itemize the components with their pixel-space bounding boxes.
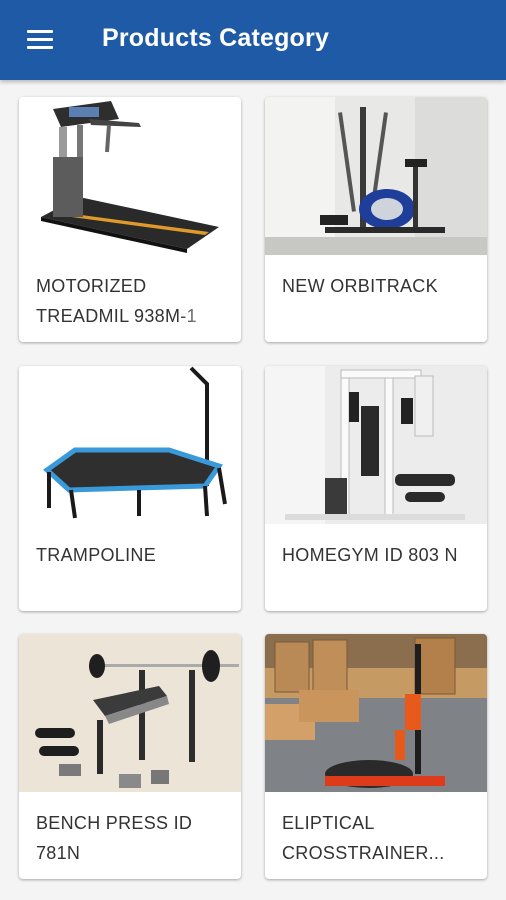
orbitrack-image	[265, 97, 487, 255]
product-name: HOMEGYM ID 803 N	[282, 545, 458, 565]
product-card-orbitrack[interactable]: NEW ORBITRACK	[265, 97, 487, 342]
product-card-treadmill[interactable]: MOTORIZED TREADMIL 938M-1	[19, 97, 241, 342]
product-card-elliptical-crosstrainer[interactable]: ELIPTICAL CROSSTRAINER...	[265, 634, 487, 879]
homegym-image	[265, 366, 487, 524]
page-title: Products Category	[102, 24, 330, 52]
bench-press-image	[19, 634, 241, 792]
product-name: TRAMPOLINE	[36, 545, 157, 565]
app-bar: Products Category	[0, 0, 506, 80]
trampoline-image	[19, 366, 241, 524]
hamburger-menu-icon[interactable]	[27, 30, 53, 50]
product-card-trampoline[interactable]: TRAMPOLINE	[19, 366, 241, 611]
product-name: BENCH PRESS ID 781N	[36, 813, 193, 863]
product-card-bench-press[interactable]: BENCH PRESS ID 781N	[19, 634, 241, 879]
elliptical-crosstrainer-image	[265, 634, 487, 792]
product-card-homegym[interactable]: HOMEGYM ID 803 N	[265, 366, 487, 611]
product-name: NEW ORBITRACK	[282, 276, 438, 296]
product-name: MOTORIZED TREADMIL 938M-1	[36, 276, 197, 326]
product-name: ELIPTICAL CROSSTRAINER...	[282, 813, 445, 863]
treadmill-image	[19, 97, 241, 255]
